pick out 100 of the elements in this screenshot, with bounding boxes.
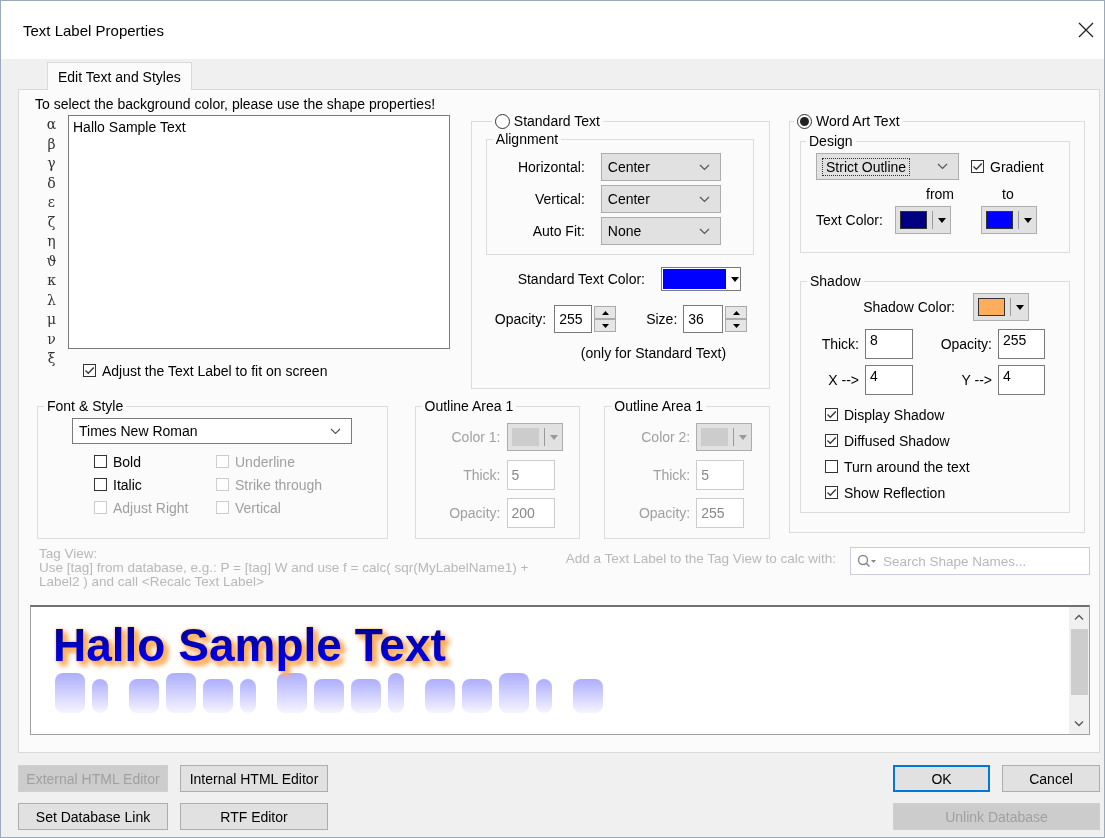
symbol-button[interactable]: λ xyxy=(47,290,56,310)
dropdown[interactable]: None xyxy=(600,217,721,245)
number-field[interactable]: 4 xyxy=(865,365,913,395)
checkbox[interactable] xyxy=(825,460,838,473)
opacity-field[interactable]: 255 xyxy=(554,305,593,333)
dropdown[interactable]: Center xyxy=(600,153,721,181)
checkbox-label: Show Reflection xyxy=(844,484,946,501)
symbol-button[interactable]: δ xyxy=(47,173,56,193)
caret-down-icon xyxy=(549,434,558,440)
spin-down-button[interactable] xyxy=(594,319,617,332)
color-picker[interactable] xyxy=(661,267,741,291)
spin-up-button[interactable] xyxy=(725,306,748,319)
caret-down-icon xyxy=(739,434,748,440)
checkbox-label: Adjust Right xyxy=(113,499,189,516)
field-label: Auto Fit: xyxy=(531,223,585,239)
tab[interactable]: Edit Text and Styles xyxy=(47,62,192,90)
field-label: Thick: xyxy=(820,336,860,352)
checkbox[interactable] xyxy=(825,408,838,421)
dropdown[interactable]: Times New Roman xyxy=(72,418,352,444)
checkbox-label: Adjust the Text Label to fit on screen xyxy=(102,362,328,379)
checkbox-label: Strike through xyxy=(235,476,323,493)
checkbox[interactable] xyxy=(825,434,838,447)
checkbox-label: Display Shadow xyxy=(844,406,945,423)
field-label: Thick: xyxy=(651,467,691,483)
radio-button[interactable] xyxy=(797,113,812,129)
checkbox[interactable] xyxy=(971,160,984,173)
field-label: Opacity: xyxy=(939,336,993,352)
field-label: Standard Text Color: xyxy=(517,271,645,287)
checkbox-label: Gradient xyxy=(990,158,1044,175)
number-field[interactable]: 4 xyxy=(998,365,1045,395)
field-label: Size: xyxy=(646,311,678,327)
help-text: Use [tag] from database, e.g.: P = [tag] W and use f = calc( sqr(MyLabelName1) + Label2 ) and call <Recalc Text Label> xyxy=(39,561,530,589)
caret-down-icon xyxy=(732,323,740,328)
checkbox[interactable] xyxy=(94,478,107,491)
symbol-button[interactable]: β xyxy=(47,134,56,154)
group-title: Design xyxy=(809,133,853,149)
close-icon[interactable] xyxy=(1078,22,1094,38)
caret-up-icon xyxy=(732,310,740,315)
color-picker[interactable] xyxy=(894,206,951,234)
button[interactable]: Internal HTML Editor xyxy=(180,765,328,792)
window-title: Text Label Properties xyxy=(23,21,164,39)
checkbox[interactable] xyxy=(94,455,107,468)
symbol-button[interactable]: ζ xyxy=(47,212,56,232)
field-label: Opacity: xyxy=(637,505,691,521)
field-label: Opacity: xyxy=(448,505,501,521)
checkbox[interactable] xyxy=(83,364,96,377)
symbol-button[interactable]: ϑ xyxy=(46,251,57,271)
button[interactable]: OK xyxy=(893,765,990,792)
spin-up-button[interactable] xyxy=(594,306,617,319)
checkbox-label: Italic xyxy=(113,476,142,493)
field-label: Color 2: xyxy=(640,429,691,445)
number-field[interactable]: 8 xyxy=(865,329,913,359)
search-icon xyxy=(857,554,877,568)
group-title: Font & Style xyxy=(47,398,124,414)
caret-down-icon xyxy=(731,276,739,282)
field-label: Tag View: xyxy=(39,547,99,561)
symbol-button[interactable]: η xyxy=(47,232,56,252)
field-label: Opacity: xyxy=(494,311,547,327)
text-area[interactable]: Hallo Sample Text xyxy=(68,115,450,349)
button[interactable]: Set Database Link xyxy=(18,803,168,830)
dropdown[interactable]: Strict Outline xyxy=(816,153,959,180)
symbol-button[interactable]: γ xyxy=(47,154,56,174)
group-title: Alignment xyxy=(495,131,559,147)
radio-label: Standard Text xyxy=(513,113,600,129)
symbol-button[interactable]: κ xyxy=(47,271,56,291)
symbol-button[interactable]: α xyxy=(46,115,57,135)
size-field[interactable]: 36 xyxy=(683,305,724,333)
number-field[interactable]: 255 xyxy=(998,329,1045,359)
scroll-down-icon[interactable] xyxy=(1074,721,1084,727)
column-label: to xyxy=(1002,186,1014,202)
checkbox-label: Turn around the text xyxy=(844,458,970,475)
symbol-button[interactable]: ν xyxy=(47,329,56,349)
radio-label: Word Art Text xyxy=(816,113,900,129)
chevron-down-icon xyxy=(698,195,710,203)
column-label: from xyxy=(926,186,954,202)
checkbox-label: Diffused Shadow xyxy=(844,432,950,449)
color-picker[interactable] xyxy=(973,293,1029,321)
group-title: Outline Area 1 xyxy=(614,398,703,414)
caret-down-icon xyxy=(1016,304,1024,310)
checkbox-label: Vertical xyxy=(235,499,281,516)
field-label: Vertical: xyxy=(534,191,585,207)
chevron-down-icon xyxy=(698,163,710,171)
hint-text: To select the background color, please use the shape properties! xyxy=(35,95,436,113)
chevron-down-icon xyxy=(937,163,948,170)
chevron-down-icon xyxy=(698,227,710,235)
caret-down-icon xyxy=(601,323,609,328)
field-label: Y --> xyxy=(960,372,993,388)
scrollbar[interactable] xyxy=(1069,607,1089,734)
symbol-button[interactable]: ε xyxy=(47,193,56,213)
spin-down-button[interactable] xyxy=(725,319,748,332)
color-picker[interactable] xyxy=(980,206,1037,234)
checkbox[interactable] xyxy=(825,486,838,499)
symbol-button[interactable]: ξ xyxy=(47,349,56,369)
button[interactable]: Cancel xyxy=(1002,765,1100,792)
symbol-button[interactable]: μ xyxy=(46,310,57,330)
scroll-up-icon[interactable] xyxy=(1074,614,1084,620)
dropdown[interactable]: Center xyxy=(600,185,721,213)
radio-button[interactable] xyxy=(494,113,510,129)
button[interactable]: RTF Editor xyxy=(180,803,328,830)
search-field[interactable]: Search Shape Names... xyxy=(850,547,1090,575)
